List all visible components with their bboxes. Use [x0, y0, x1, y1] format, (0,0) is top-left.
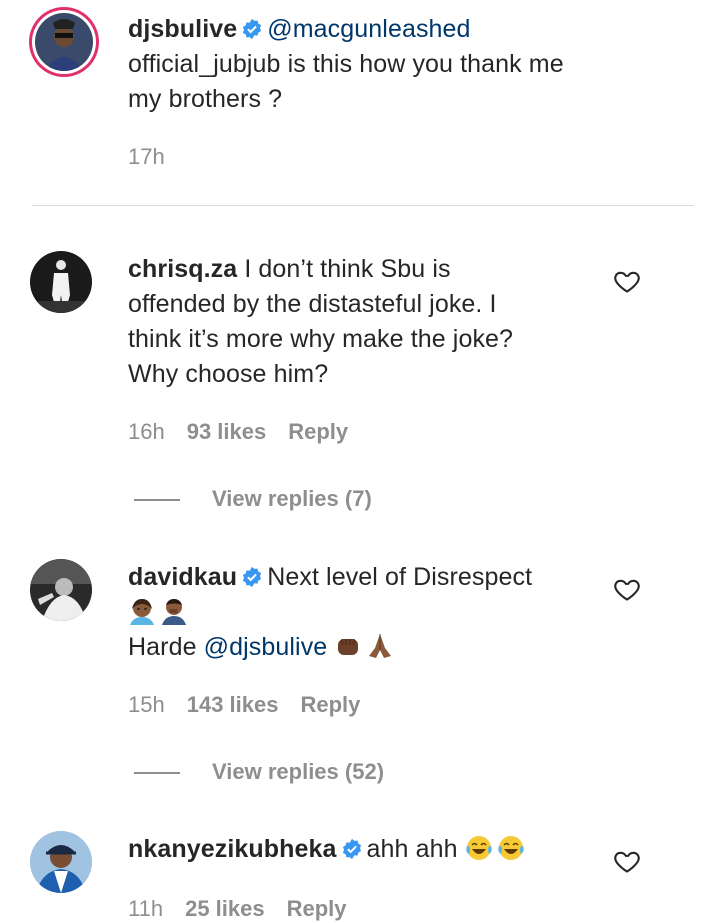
likes-count[interactable]: 25 likes — [185, 896, 265, 921]
heart-icon[interactable] — [613, 267, 641, 295]
divider — [32, 205, 694, 206]
comment-text: chrisq.za I don’t think Sbu is offended … — [128, 252, 513, 392]
comment-username[interactable]: chrisq.za — [128, 255, 237, 283]
comment-text-line: think it’s more why make the joke? — [128, 325, 514, 353]
verified-badge-icon — [342, 838, 361, 860]
avatar[interactable] — [30, 559, 92, 621]
view-replies-button[interactable]: View replies (7) — [212, 485, 372, 513]
post-meta: 17h — [128, 143, 187, 171]
comment-time: 16h — [128, 419, 165, 444]
view-replies-button[interactable]: View replies (52) — [212, 758, 384, 786]
likes-count[interactable]: 143 likes — [187, 692, 279, 717]
post-text: djsbulive @macgunleashed official_jubjub … — [128, 12, 564, 117]
avatar-photo-icon — [30, 831, 92, 893]
avatar[interactable] — [30, 831, 92, 893]
post-time: 17h — [128, 144, 165, 169]
comment-text-line: Why choose him? — [128, 360, 329, 388]
comment-text-line: Harde — [128, 633, 197, 661]
post-caption: djsbulive @macgunleashed official_jubjub … — [0, 0, 720, 200]
comment-meta: 15h 143 likes Reply — [128, 691, 382, 719]
avatar-photo-icon — [30, 559, 92, 621]
reply-button[interactable]: Reply — [288, 419, 348, 444]
woman-gesturing-icon — [130, 599, 154, 625]
comment-item: nkanyezikubheka ahh ahh 11h 25 likes Reply — [0, 820, 720, 921]
comment-text: nkanyezikubheka ahh ahh — [128, 832, 529, 867]
comment-text-line: I don’t think Sbu is — [244, 255, 451, 283]
avatar[interactable] — [30, 251, 92, 313]
reply-button[interactable]: Reply — [287, 896, 347, 921]
comment-text-line: ahh ahh — [366, 835, 458, 863]
replies-line — [134, 772, 180, 774]
heart-icon[interactable] — [613, 847, 641, 875]
comment-item: chrisq.za I don’t think Sbu is offended … — [0, 240, 720, 520]
facepalm-man-icon — [162, 599, 186, 625]
comment-meta: 16h 93 likes Reply — [128, 418, 370, 446]
comment-meta: 11h 25 likes Reply — [128, 895, 369, 923]
avatar-photo-icon — [30, 251, 92, 313]
comment-time: 15h — [128, 692, 165, 717]
likes-count[interactable]: 93 likes — [187, 419, 267, 444]
post-username[interactable]: djsbulive — [128, 15, 237, 43]
replies-line — [134, 499, 180, 501]
post-text-line2: my brothers ? — [128, 85, 283, 113]
laughing-tears-icon — [497, 836, 524, 860]
comment-username[interactable]: nkanyezikubheka — [128, 835, 337, 863]
comment-username[interactable]: davidkau — [128, 563, 237, 591]
praying-hands-icon — [369, 634, 392, 658]
laughing-tears-icon — [465, 836, 492, 860]
fist-icon — [338, 639, 359, 655]
post-text-line1: official_jubjub is this how you thank me — [128, 50, 564, 78]
avatar[interactable] — [35, 13, 93, 71]
post-mention[interactable]: @macgunleashed — [267, 15, 470, 43]
comment-text-line: offended by the distasteful joke. I — [128, 290, 497, 318]
comment-time: 11h — [128, 896, 164, 921]
avatar-photo-icon — [35, 13, 93, 71]
comment-item: davidkau Next level of Disrespect Harde @… — [0, 548, 720, 798]
reply-button[interactable]: Reply — [300, 692, 360, 717]
comment-text: davidkau Next level of Disrespect Harde @… — [128, 560, 532, 665]
comment-mention[interactable]: @djsbulive — [204, 633, 328, 661]
comment-text-line: Next level of Disrespect — [267, 563, 533, 591]
heart-icon[interactable] — [613, 575, 641, 603]
verified-badge-icon — [243, 566, 262, 588]
verified-badge-icon — [243, 18, 262, 40]
